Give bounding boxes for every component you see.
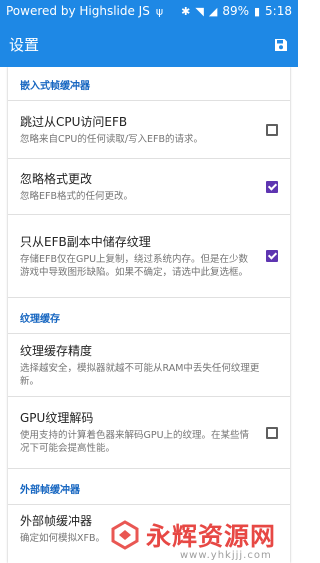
pref-summary: 选择越安全，模拟器就越不可能从RAM中丢失任何纹理更新。 bbox=[20, 362, 260, 387]
pref-title: 跳过从CPU访问EFB bbox=[20, 114, 128, 129]
pref-xfb[interactable]: 外部帧缓冲器 确定如何模拟XFB。 bbox=[8, 504, 290, 562]
pref-ignore-format-changes[interactable]: 忽略格式更改 忽略EFB格式的任何更改。 bbox=[8, 158, 290, 214]
signal-icon: ◢ bbox=[208, 4, 218, 18]
pref-title: 只从EFB副本中储存纹理 bbox=[20, 234, 151, 249]
checkbox-gpu-texture-decoding[interactable] bbox=[266, 426, 278, 439]
usb-icon: ψ bbox=[155, 4, 164, 18]
pref-summary: 忽略来自CPU的任何读取/写入EFB的请求。 bbox=[20, 133, 204, 145]
pref-skip-efb-access[interactable]: 跳过从CPU访问EFB 忽略来自CPU的任何读取/写入EFB的请求。 bbox=[8, 100, 290, 158]
settings-list: 嵌入式帧缓冲器 跳过从CPU访问EFB 忽略来自CPU的任何读取/写入EFB的请… bbox=[8, 67, 290, 563]
toolbar: 设置 bbox=[0, 22, 298, 67]
pref-texture-cache-accuracy[interactable]: 纹理缓存精度 选择越安全，模拟器就越不可能从RAM中丢失任何纹理更新。 bbox=[8, 333, 290, 396]
checkbox-skip-efb-access[interactable] bbox=[266, 123, 278, 136]
pref-summary: 使用支持的计算着色器来解码GPU上的纹理。在某些情况下可能会提高性能。 bbox=[20, 430, 250, 454]
bluetooth-icon: ✱ bbox=[181, 4, 191, 18]
pref-summary: 存储EFB仅在GPU上复制，绕过系统内存。但是在少数游戏中导致图形缺陷。如果不确… bbox=[20, 253, 249, 278]
pref-store-efb-copies-texture-only[interactable]: 只从EFB副本中储存纹理 存储EFB仅在GPU上复制，绕过系统内存。但是在少数游… bbox=[8, 214, 290, 297]
battery-percent: 89% bbox=[222, 4, 249, 18]
page-title: 设置 bbox=[9, 36, 40, 54]
pref-gpu-texture-decoding[interactable]: GPU纹理解码 使用支持的计算着色器来解码GPU上的纹理。在某些情况下可能会提高… bbox=[8, 396, 290, 468]
status-left-text: Powered by Highslide JS bbox=[6, 4, 150, 18]
clock: 5:18 bbox=[265, 4, 292, 18]
checkbox-ignore-format-changes[interactable] bbox=[266, 180, 278, 193]
section-header-texture-cache: 纹理缓存 bbox=[8, 297, 290, 333]
checkbox-store-efb-copies-texture-only[interactable] bbox=[266, 250, 278, 262]
pref-title: 忽略格式更改 bbox=[20, 171, 93, 186]
save-icon[interactable] bbox=[274, 38, 288, 52]
pref-summary: 确定如何模拟XFB。 bbox=[20, 533, 105, 544]
pref-title: 外部帧缓冲器 bbox=[20, 514, 93, 528]
battery-icon: ▮ bbox=[253, 4, 261, 18]
status-bar: Powered by Highslide JS ψ ✱ ◥ ◢ 89% ▮ 5:… bbox=[0, 0, 298, 22]
pref-title: GPU纹理解码 bbox=[20, 411, 94, 425]
wifi-icon: ◥ bbox=[195, 4, 204, 18]
pref-title: 纹理缓存精度 bbox=[20, 343, 93, 358]
pref-summary: 忽略EFB格式的任何更改。 bbox=[20, 190, 133, 202]
settings-content[interactable]: 嵌入式帧缓冲器 跳过从CPU访问EFB 忽略来自CPU的任何读取/写入EFB的请… bbox=[0, 67, 298, 563]
section-header-efb: 嵌入式帧缓冲器 bbox=[20, 81, 90, 92]
section-header-xfb: 外部帧缓冲器 bbox=[8, 468, 290, 504]
